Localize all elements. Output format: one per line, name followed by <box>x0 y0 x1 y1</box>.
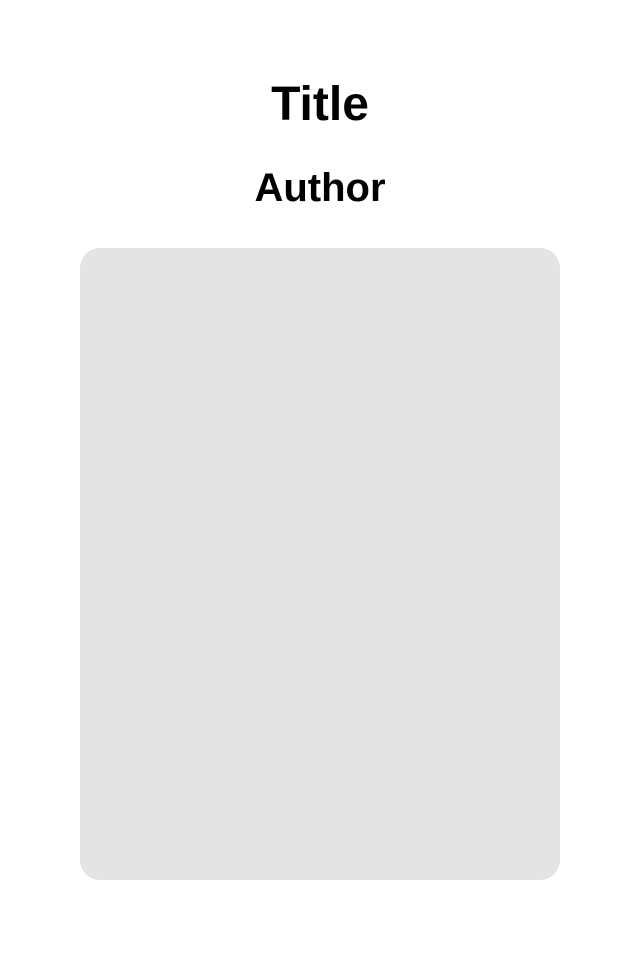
book-detail-screen: Title Author <box>0 0 640 960</box>
book-author: Author <box>254 166 386 210</box>
book-title: Title <box>271 78 369 131</box>
book-cover-placeholder <box>80 248 560 880</box>
